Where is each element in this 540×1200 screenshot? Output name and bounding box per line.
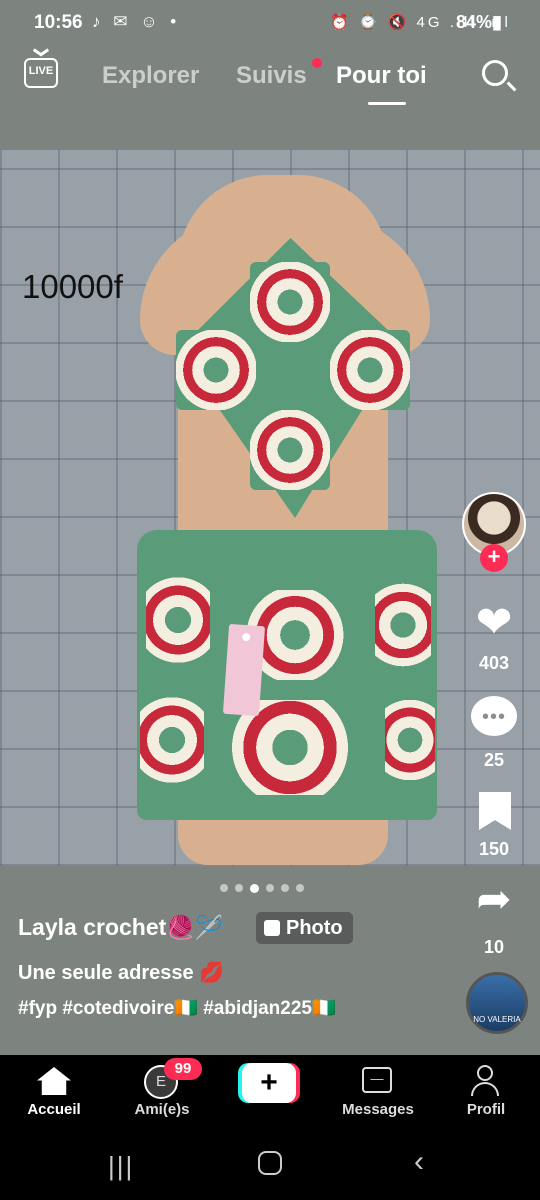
carousel-dot — [220, 884, 228, 892]
search-icon[interactable] — [482, 60, 508, 86]
creator-username[interactable]: Layla crochet🧶🪡 — [18, 914, 224, 941]
photo-badge-label: Photo — [286, 917, 343, 939]
profile-icon-head — [477, 1065, 493, 1081]
comment-count: 25 — [483, 750, 505, 770]
system-nav-bar: ||| ‹ — [0, 1131, 540, 1200]
suivis-notification-dot — [312, 58, 322, 68]
granny-square — [176, 330, 256, 410]
carousel-dot — [296, 884, 304, 892]
profile-icon — [470, 1065, 500, 1097]
granny-square — [330, 330, 410, 410]
home-button-icon[interactable] — [258, 1151, 282, 1175]
granny-square — [140, 690, 204, 790]
music-disc-icon[interactable]: NO VALERIA — [466, 972, 528, 1034]
price-overlay-text: 10000f — [22, 268, 123, 305]
nav-messages-label: Messages — [342, 1101, 414, 1118]
carousel-dot — [281, 884, 289, 892]
create-button[interactable]: + — [238, 1063, 300, 1103]
carousel-indicator — [220, 884, 304, 893]
granny-square — [385, 690, 435, 790]
live-icon[interactable]: LIVE — [24, 58, 58, 88]
tab-explorer[interactable]: Explorer — [102, 62, 199, 90]
status-time: 10:56 — [34, 12, 83, 33]
comment-icon[interactable] — [471, 696, 517, 736]
home-icon — [37, 1067, 71, 1095]
top-nav: LIVE Explorer Suivis Pour toi — [0, 46, 540, 116]
post-caption: Une seule adresse 💋 — [18, 962, 225, 984]
notification-icons: ♪ ✉ ☺ • — [92, 12, 181, 31]
carousel-dot — [235, 884, 243, 892]
save-count: 150 — [478, 839, 510, 859]
carousel-dot-active — [250, 884, 259, 893]
share-icon[interactable]: ➦ — [471, 876, 517, 922]
friends-badge: 99 — [164, 1058, 202, 1080]
profile-icon-body — [471, 1082, 499, 1096]
tab-pour-toi[interactable]: Pour toi — [336, 62, 427, 90]
photo-icon — [264, 920, 280, 936]
follow-button[interactable]: + — [480, 544, 508, 572]
carousel-dot — [266, 884, 274, 892]
status-bar: 10:56 ♪ ✉ ☺ • ⏰ ⌚ 🔇 4G .ıll .ıll 84%▮ — [0, 0, 540, 46]
nav-friends-label: Ami(e)s — [134, 1101, 190, 1118]
share-count: 10 — [483, 937, 505, 957]
nav-home-label: Accueil — [27, 1101, 81, 1118]
post-hashtags[interactable]: #fyp #cotedivoire🇨🇮 #abidjan225🇨🇮 — [18, 996, 336, 1020]
battery-level: 84%▮ — [456, 12, 502, 32]
tab-suivis[interactable]: Suivis — [236, 62, 307, 90]
active-tab-indicator — [368, 102, 406, 105]
granny-square — [250, 262, 330, 342]
back-icon[interactable]: ‹ — [414, 1145, 424, 1179]
plus-icon: + — [242, 1063, 296, 1103]
bottom-nav: Accueil E 99 Ami(e)s + Messages Profil — [0, 1055, 540, 1131]
messages-icon — [362, 1067, 392, 1093]
recents-icon[interactable]: ||| — [108, 1151, 134, 1182]
granny-square — [146, 570, 210, 670]
live-label: LIVE — [28, 65, 54, 77]
photo-mode-badge[interactable]: Photo — [256, 912, 353, 944]
like-count: 403 — [478, 653, 510, 673]
granny-square — [250, 410, 330, 490]
nav-profile-label: Profil — [466, 1101, 506, 1118]
heart-icon[interactable]: ❤ — [471, 600, 517, 646]
granny-square — [375, 575, 431, 675]
price-tag — [222, 623, 266, 717]
